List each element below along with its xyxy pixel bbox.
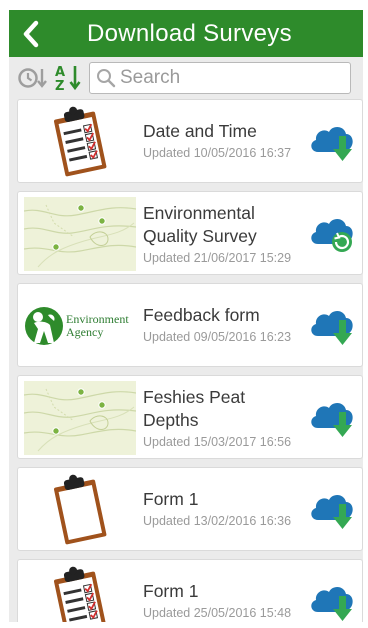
survey-text: Form 1 Updated 25/05/2016 15:48 bbox=[143, 560, 313, 622]
survey-name: Date and Time bbox=[143, 121, 257, 141]
survey-name: Depths bbox=[143, 410, 199, 430]
survey-row[interactable]: Form 1 Updated 13/02/2016 16:36 bbox=[17, 467, 363, 551]
download-survey-button[interactable] bbox=[308, 398, 356, 438]
survey-updated-date: Updated 13/02/2016 16:36 bbox=[143, 514, 292, 528]
back-button[interactable] bbox=[9, 10, 53, 57]
survey-name: Quality Survey bbox=[143, 226, 257, 246]
survey-text: Environmental Quality Survey Updated 21/06… bbox=[143, 192, 313, 276]
survey-updated-date: Updated 15/03/2017 16:56 bbox=[143, 435, 292, 449]
survey-row[interactable]: Form 1 Updated 25/05/2016 15:48 bbox=[17, 559, 363, 622]
cloud-download-icon bbox=[311, 494, 353, 529]
survey-row[interactable]: Environment Agency Feedback form Updated 09… bbox=[17, 283, 363, 367]
svg-text:A: A bbox=[55, 65, 65, 80]
cloud-update-icon bbox=[311, 218, 353, 252]
download-survey-button[interactable] bbox=[308, 582, 356, 622]
search-input[interactable] bbox=[120, 67, 340, 89]
survey-thumbnail bbox=[24, 105, 136, 179]
chevron-left-icon bbox=[23, 20, 39, 47]
page-title: Download Surveys bbox=[87, 20, 292, 47]
survey-updated-date: Updated 10/05/2016 16:37 bbox=[143, 146, 292, 160]
survey-text: Feshies Peat Depths Updated 15/03/2017 16:… bbox=[143, 376, 313, 460]
clock-sort-icon bbox=[18, 68, 47, 88]
update-survey-button[interactable] bbox=[308, 214, 356, 254]
survey-name: Environmental bbox=[143, 203, 255, 223]
download-survey-button[interactable] bbox=[308, 490, 356, 530]
cloud-download-icon bbox=[311, 126, 353, 161]
environment-agency-logo: Environment Agency bbox=[24, 289, 136, 363]
survey-text: Form 1 Updated 13/02/2016 16:36 bbox=[143, 468, 313, 552]
header-bar: Download Surveys bbox=[9, 10, 363, 57]
sort-alphabetical-button[interactable]: A Z bbox=[51, 62, 87, 94]
toolbar: A Z bbox=[9, 57, 363, 99]
survey-updated-date: Updated 21/06/2017 15:29 bbox=[143, 251, 292, 265]
download-surveys-screen: Download Surveys A Z Search Date and Tim… bbox=[9, 10, 363, 622]
survey-thumbnail bbox=[24, 473, 136, 547]
survey-thumbnail bbox=[24, 197, 136, 271]
cloud-download-icon bbox=[311, 586, 353, 621]
survey-row[interactable]: Feshies Peat Depths Updated 15/03/2017 16:… bbox=[17, 375, 363, 459]
survey-thumbnail bbox=[24, 381, 136, 455]
clipboard-checklist-icon bbox=[54, 106, 107, 177]
survey-text: Date and Time Updated 10/05/2016 16:37 bbox=[143, 100, 313, 184]
survey-name: Form 1 bbox=[143, 581, 199, 601]
survey-row[interactable]: Date and Time Updated 10/05/2016 16:37 bbox=[17, 99, 363, 183]
survey-thumbnail bbox=[24, 565, 136, 622]
map-thumbnail bbox=[24, 197, 136, 271]
survey-list: Date and Time Updated 10/05/2016 16:37 Env… bbox=[9, 99, 363, 622]
az-sort-icon: A Z bbox=[55, 65, 81, 93]
cloud-download-icon bbox=[311, 402, 353, 437]
survey-name: Feedback form bbox=[143, 305, 260, 325]
survey-text: Feedback form Updated 09/05/2016 16:23 bbox=[143, 284, 313, 368]
sort-by-date-button[interactable] bbox=[15, 62, 51, 94]
survey-updated-date: Updated 09/05/2016 16:23 bbox=[143, 330, 292, 344]
map-thumbnail bbox=[24, 381, 136, 455]
clipboard-icon bbox=[54, 474, 107, 545]
download-survey-button[interactable] bbox=[308, 122, 356, 162]
download-survey-button[interactable] bbox=[308, 306, 356, 346]
survey-row[interactable]: Environmental Quality Survey Updated 21/06… bbox=[17, 191, 363, 275]
cloud-download-icon bbox=[311, 310, 353, 345]
search-icon bbox=[97, 69, 116, 88]
clipboard-checklist-icon bbox=[54, 566, 107, 622]
survey-thumbnail: Environment Agency bbox=[24, 289, 136, 363]
survey-name: Feshies Peat bbox=[143, 387, 246, 407]
search-box bbox=[89, 62, 351, 94]
survey-updated-date: Updated 25/05/2016 15:48 bbox=[143, 606, 292, 620]
survey-name: Form 1 bbox=[143, 489, 199, 509]
svg-text:Z: Z bbox=[55, 79, 64, 93]
